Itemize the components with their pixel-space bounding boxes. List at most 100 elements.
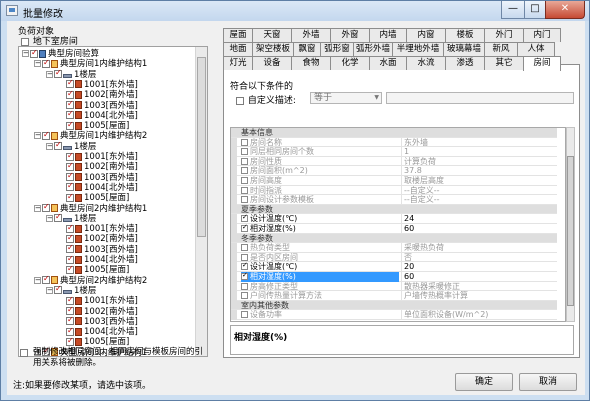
maximize-button[interactable]: □: [524, 1, 546, 19]
node-checkbox[interactable]: [66, 109, 74, 120]
tab-row2-8[interactable]: 人体: [517, 42, 555, 56]
property-checkbox[interactable]: [241, 244, 248, 252]
tab-row3-3[interactable]: 化学: [330, 56, 370, 70]
property-row[interactable]: 相对湿度(%) 60: [231, 272, 557, 282]
node-checkbox[interactable]: [66, 254, 74, 264]
property-row[interactable]: 是否内区房间 否: [231, 252, 557, 263]
property-value[interactable]: 60: [401, 224, 557, 234]
node-checkbox[interactable]: [66, 181, 74, 192]
minimize-button[interactable]: —: [501, 1, 525, 19]
force-modify-checkbox[interactable]: [20, 349, 28, 357]
property-value[interactable]: 1: [401, 147, 557, 157]
property-value[interactable]: 37.8: [401, 166, 557, 176]
property-row[interactable]: 设计温度(℃) 24: [231, 214, 557, 224]
tab-row2-2[interactable]: 飘窗: [293, 42, 321, 56]
tab-row1-3[interactable]: 外窗: [330, 28, 370, 42]
node-checkbox[interactable]: [66, 315, 74, 326]
expander-icon[interactable]: −: [46, 214, 53, 222]
tab-row1-2[interactable]: 外墙: [291, 28, 331, 42]
tree-node[interactable]: 1005[屋面]: [58, 192, 129, 203]
tab-row1-5[interactable]: 内窗: [406, 28, 446, 42]
property-category[interactable]: 夏季参数: [231, 204, 557, 215]
node-checkbox[interactable]: [66, 78, 74, 89]
tab-row1-7[interactable]: 外门: [484, 28, 524, 42]
node-checkbox[interactable]: [66, 295, 74, 305]
property-row[interactable]: 房间面积(m^2) 37.8: [231, 166, 557, 176]
property-row[interactable]: 户间传热量计算方法 户墙传热概率计算: [231, 291, 557, 301]
expander-icon[interactable]: −: [34, 60, 41, 68]
property-row[interactable]: 相对湿度(%) 60: [231, 224, 557, 234]
property-checkbox[interactable]: [241, 292, 248, 300]
property-value[interactable]: --自定义--: [401, 185, 557, 196]
property-row[interactable]: 房间高度 取楼层高度: [231, 176, 557, 186]
tree-node[interactable]: − 典型房间1内维护结构2: [34, 130, 147, 141]
property-row[interactable]: 时间指派 --自定义--: [231, 185, 557, 196]
expander-icon[interactable]: −: [34, 132, 41, 140]
node-checkbox[interactable]: [54, 68, 62, 79]
property-row[interactable]: 房间设计参数模板 --自定义--: [231, 195, 557, 205]
property-checkbox[interactable]: [241, 262, 248, 271]
property-value[interactable]: 东外墙: [401, 137, 557, 148]
property-row[interactable]: 设备功率 单位面积设备(W/m^2): [231, 310, 557, 320]
property-checkbox[interactable]: [241, 148, 248, 156]
property-checkbox[interactable]: [241, 272, 248, 281]
property-value[interactable]: --自定义--: [401, 195, 557, 205]
tab-row3-4[interactable]: 水面: [369, 56, 407, 70]
operator-select[interactable]: 等于 ▼: [310, 92, 382, 104]
node-checkbox[interactable]: [54, 284, 62, 295]
tab-row1-6[interactable]: 楼板: [445, 28, 485, 42]
property-checkbox[interactable]: [241, 138, 248, 146]
node-checkbox[interactable]: [66, 192, 74, 202]
expander-icon[interactable]: −: [34, 204, 41, 212]
custom-desc-option[interactable]: 自定义描述:: [236, 93, 296, 106]
custom-desc-checkbox[interactable]: [236, 96, 244, 105]
property-value[interactable]: 计算负荷: [401, 156, 557, 167]
expander-icon[interactable]: −: [46, 286, 53, 294]
basement-checkbox[interactable]: [21, 37, 29, 46]
tree-scrollbar[interactable]: [195, 47, 207, 356]
node-checkbox[interactable]: [66, 151, 74, 161]
tab-row2-5[interactable]: 半埋地外墙: [392, 42, 444, 56]
property-row[interactable]: 房间名称 东外墙: [231, 137, 557, 148]
tab-row1-8[interactable]: 内门: [523, 28, 561, 42]
node-checkbox[interactable]: [42, 130, 50, 140]
node-checkbox[interactable]: [30, 48, 38, 58]
property-value[interactable]: 采暖热负荷: [401, 243, 557, 253]
node-checkbox[interactable]: [66, 336, 74, 346]
tree-node[interactable]: 1005[屋面]: [58, 264, 129, 275]
property-value[interactable]: 散热器采暖修正: [401, 281, 557, 292]
grid-scroll-thumb[interactable]: [567, 156, 574, 306]
property-row[interactable]: 热负荷类型 采暖热负荷: [231, 243, 557, 253]
property-row[interactable]: 房高修正类型 散热器采暖修正: [231, 281, 557, 292]
tree-node[interactable]: 1005[屋面]: [58, 120, 129, 131]
node-checkbox[interactable]: [66, 264, 74, 274]
property-checkbox[interactable]: [241, 214, 248, 223]
node-checkbox[interactable]: [66, 243, 74, 254]
tab-row1-4[interactable]: 内墙: [369, 28, 407, 42]
tab-row3-5[interactable]: 水流: [406, 56, 446, 70]
tab-row2-3[interactable]: 弧形窗: [320, 42, 354, 56]
node-checkbox[interactable]: [66, 305, 74, 315]
tree-node[interactable]: − 典型房间1内维护结构1: [34, 58, 147, 69]
node-checkbox[interactable]: [66, 161, 74, 171]
property-row[interactable]: 同层相同房间个数 1: [231, 147, 557, 157]
tree-node[interactable]: − 典型房间验算: [22, 48, 99, 59]
property-grid[interactable]: 基本信息 房间名称 东外墙 同层相同房间个数 1 房间性质 计算负荷 房间面积(m^2) 37.…: [230, 127, 566, 322]
tab-row2-1[interactable]: 架空楼板: [252, 42, 294, 56]
tab-row1-0[interactable]: 屋面: [223, 28, 253, 42]
tree-scroll-thumb[interactable]: [197, 57, 206, 237]
property-category[interactable]: 基本信息: [231, 128, 557, 138]
tab-row3-2[interactable]: 食物: [291, 56, 331, 70]
basement-option[interactable]: 地下室房间: [21, 34, 78, 47]
tab-row2-7[interactable]: 新风: [484, 42, 518, 56]
property-checkbox[interactable]: [241, 167, 248, 175]
tab-row2-6[interactable]: 玻璃幕墙: [443, 42, 485, 56]
node-checkbox[interactable]: [66, 171, 74, 182]
tree-node[interactable]: − 典型房间2内维护结构1: [34, 202, 147, 214]
property-value[interactable]: 单位面积设备(W/m^2): [401, 310, 557, 320]
load-object-tree[interactable]: −典型房间验算−典型房间1内维护结构1−1楼层1001[东外墙]1002[南外墙…: [18, 46, 208, 357]
expander-icon[interactable]: −: [34, 276, 41, 284]
tab-row3-0[interactable]: 灯光: [223, 56, 253, 70]
title-bar[interactable]: 批量修改 — □ ✕: [1, 1, 589, 21]
property-checkbox[interactable]: [241, 224, 248, 233]
